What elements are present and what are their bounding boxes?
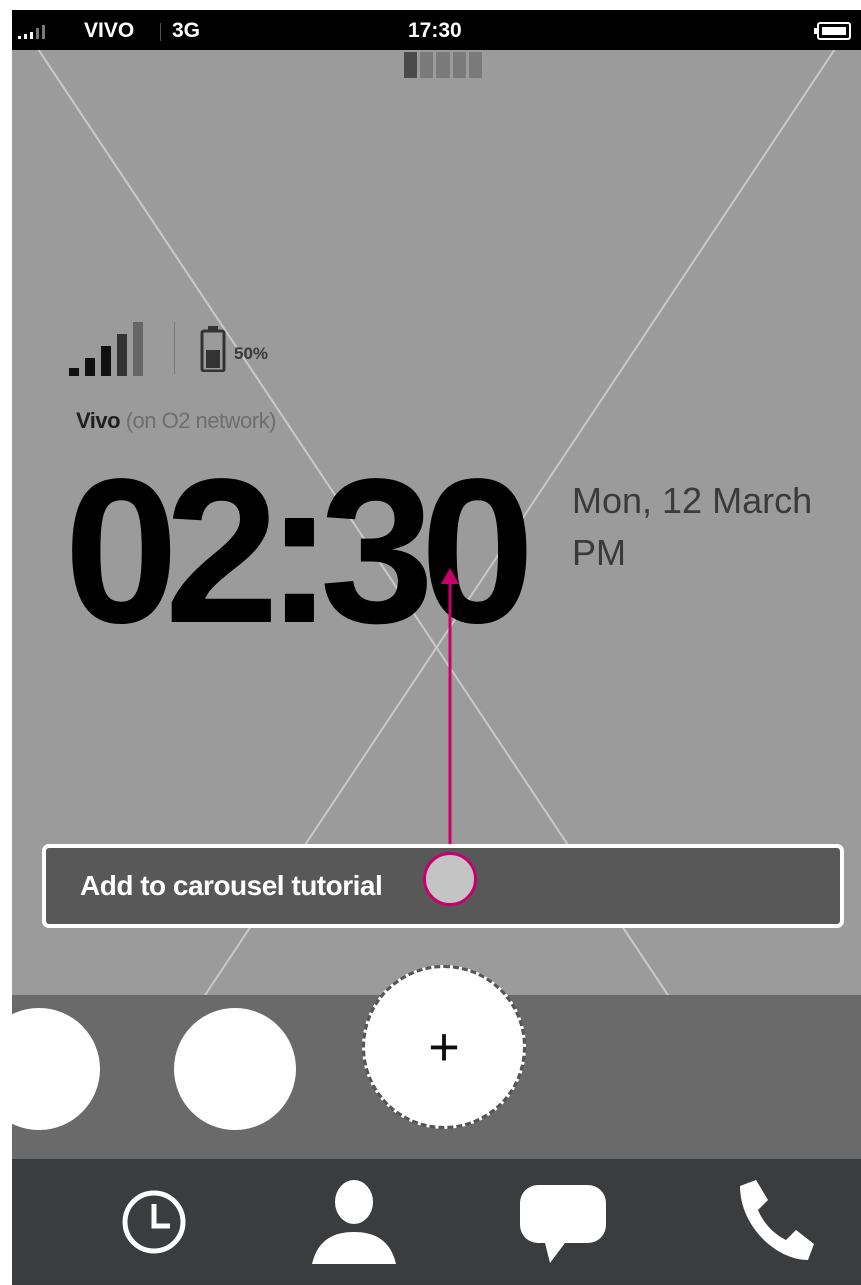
clock-icon [122, 1190, 186, 1254]
nav-phone[interactable] [702, 1159, 842, 1285]
favorites-carousel[interactable]: + [12, 965, 861, 1159]
person-icon [312, 1180, 396, 1264]
phone-screen: VIVO 3G 17:30 50% Vivo (on O2 network) 0… [12, 10, 861, 1285]
nav-contacts[interactable] [284, 1159, 424, 1285]
bottom-nav [12, 1159, 861, 1285]
add-to-carousel-button[interactable]: + [362, 965, 526, 1129]
plus-icon: + [428, 1017, 460, 1077]
nav-recents[interactable] [84, 1159, 224, 1285]
favorite-contact-bubble[interactable] [174, 1008, 296, 1130]
touch-point-indicator [423, 852, 477, 906]
favorite-contact-bubble[interactable] [12, 1008, 100, 1130]
nav-messages[interactable] [492, 1159, 632, 1285]
phone-handset-icon [740, 1180, 814, 1260]
tutorial-label: Add to carousel tutorial [80, 870, 383, 901]
chat-bubble-icon [520, 1185, 606, 1263]
